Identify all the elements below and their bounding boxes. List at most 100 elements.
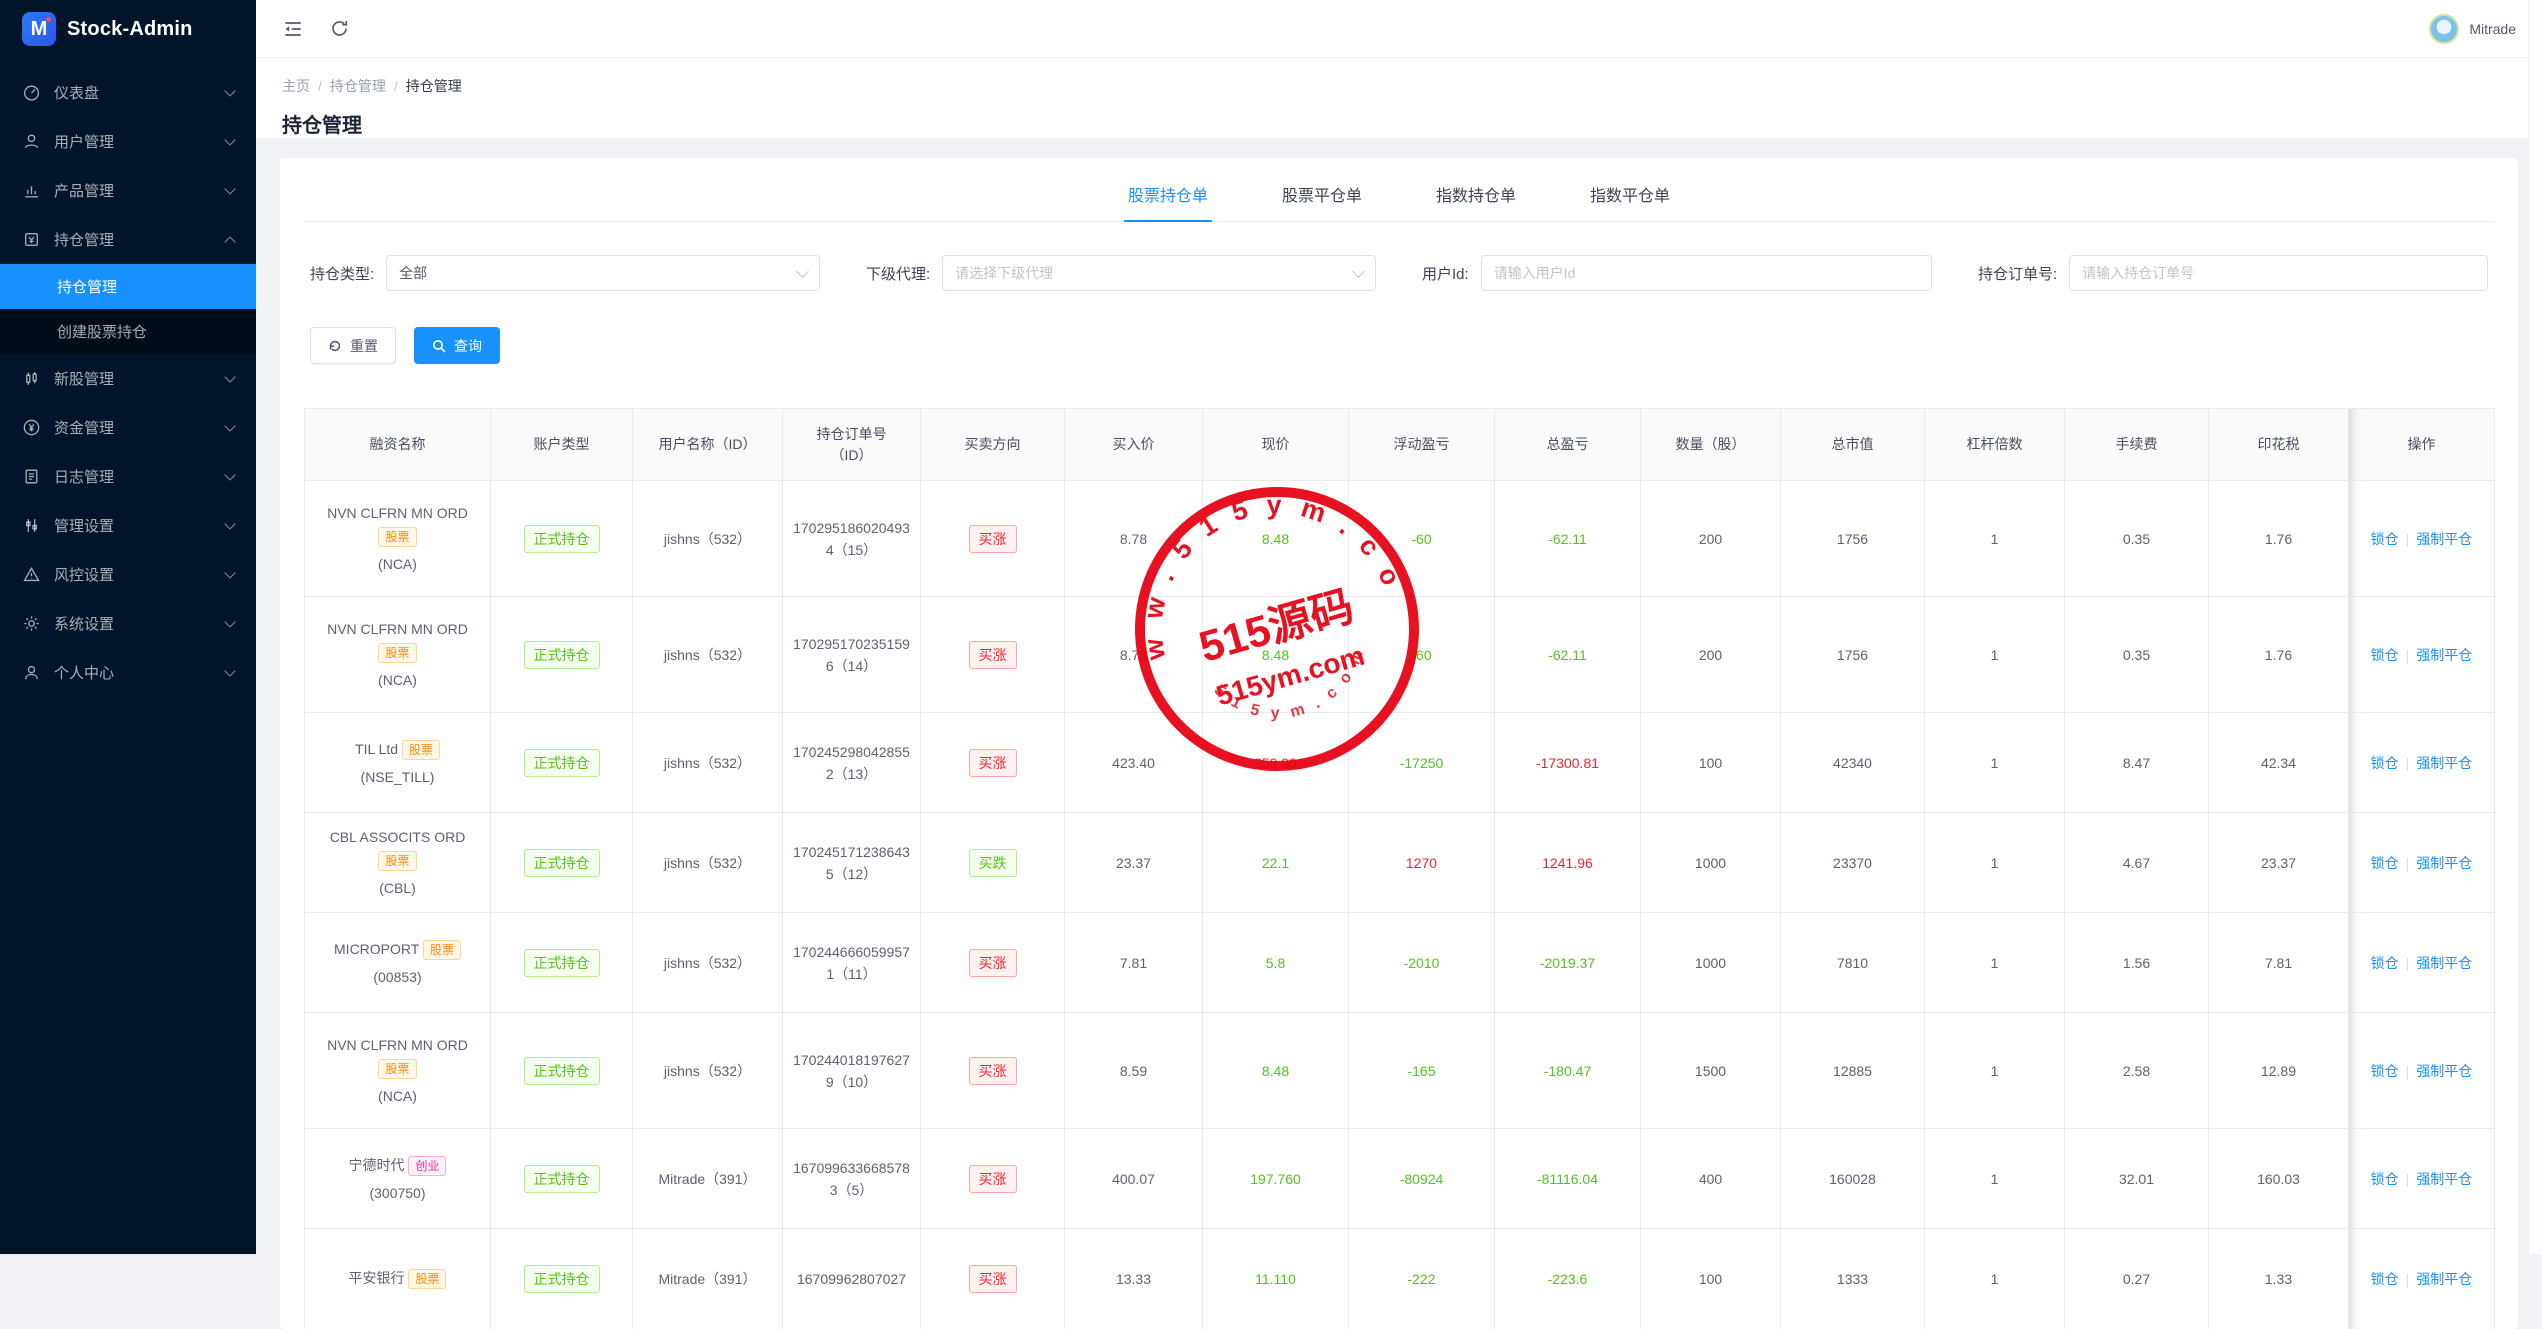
sidebar-subitem-0[interactable]: 持仓管理: [0, 264, 256, 309]
profile-icon: [22, 663, 41, 682]
sidebar-item-10[interactable]: 个人中心: [0, 648, 256, 697]
sidebar-item-3[interactable]: 持仓管理: [0, 215, 256, 264]
browser-scrollbar[interactable]: [2528, 0, 2542, 1254]
cell-account: 正式持仓: [490, 812, 633, 913]
breadcrumb-current: 持仓管理: [405, 78, 462, 94]
cell-market-value: 1756: [1780, 480, 1925, 597]
lock-position-link[interactable]: 锁仓: [2371, 1063, 2399, 1079]
force-close-link[interactable]: 强制平仓: [2416, 755, 2472, 771]
cell-order: 1702951860204934（15）: [782, 480, 921, 597]
cell-account: 正式持仓: [490, 712, 633, 813]
force-close-link[interactable]: 强制平仓: [2416, 1171, 2472, 1187]
filters: 持仓类型: 全部 下级代理: 请选择下级代理 用户Id: 请输入用户Id 持仓订单号: 请输入…: [304, 255, 2494, 291]
sidebar-item-8[interactable]: 风控设置: [0, 550, 256, 599]
cell-leverage: 1: [1924, 812, 2065, 913]
cell-float-pl: -222: [1348, 1228, 1495, 1329]
cell-direction: 买涨: [920, 596, 1065, 713]
filter-input-3[interactable]: 请输入持仓订单号: [2069, 255, 2488, 291]
force-close-link[interactable]: 强制平仓: [2416, 531, 2472, 547]
cell-total-pl: -180.47: [1494, 1012, 1641, 1129]
table-row: 宁德时代 创业 (300750) 正式持仓 Mitrade（391） 167099633…: [304, 1128, 2495, 1229]
tab-2[interactable]: 指数持仓单: [1432, 182, 1520, 221]
col-header-8: 总盈亏: [1494, 408, 1641, 481]
cell-market-value: 7810: [1780, 912, 1925, 1013]
filter-select-1[interactable]: 请选择下级代理: [942, 255, 1376, 291]
col-header-7: 浮动盈亏: [1348, 408, 1495, 481]
topbar: Mitrade: [256, 0, 2542, 57]
sidebar-item-9[interactable]: 系统设置: [0, 599, 256, 648]
table-row: CBL ASSOCITS ORD 股票 (CBL) 正式持仓 jishns（532） 17…: [304, 812, 2495, 913]
lock-position-link[interactable]: 锁仓: [2371, 531, 2399, 547]
cell-actions: 锁仓 | 强制平仓: [2348, 480, 2495, 597]
lock-position-link[interactable]: 锁仓: [2371, 1271, 2399, 1287]
lock-position-link[interactable]: 锁仓: [2371, 955, 2399, 971]
account-tag: 正式持仓: [523, 640, 600, 669]
tab-3[interactable]: 指数平仓单: [1586, 182, 1674, 221]
users-icon: [22, 132, 41, 151]
breadcrumb-mid[interactable]: 持仓管理: [330, 76, 386, 96]
app-title: Stock-Admin: [67, 17, 193, 40]
direction-tag: 买涨: [968, 1264, 1017, 1293]
sidebar-subitem-1[interactable]: 创建股票持仓: [0, 309, 256, 354]
cell-total-pl: -223.6: [1494, 1228, 1641, 1329]
cell-float-pl: -60: [1348, 480, 1495, 597]
sidebar-item-7[interactable]: 管理设置: [0, 501, 256, 550]
refresh-icon[interactable]: [328, 18, 350, 40]
col-header-13: 印花税: [2208, 408, 2349, 481]
cell-name: NVN CLFRN MN ORD 股票 (NCA): [304, 1012, 491, 1129]
cell-stamp-tax: 23.37: [2208, 812, 2349, 913]
cell-market-value: 12885: [1780, 1012, 1925, 1129]
tab-0[interactable]: 股票持仓单: [1123, 182, 1212, 222]
chevron-down-icon: [1352, 264, 1365, 278]
cell-buy-price: 7.81: [1064, 912, 1203, 1013]
force-close-link[interactable]: 强制平仓: [2416, 955, 2472, 971]
breadcrumb-home[interactable]: 主页: [282, 76, 310, 96]
cell-market-value: 1333: [1780, 1228, 1925, 1329]
sidebar-item-5[interactable]: 资金管理: [0, 403, 256, 452]
col-header-14: 操作: [2348, 408, 2495, 481]
cell-actions: 锁仓 | 强制平仓: [2348, 712, 2495, 813]
chevron-down-icon: [224, 567, 236, 579]
force-close-link[interactable]: 强制平仓: [2416, 1271, 2472, 1287]
lock-position-link[interactable]: 锁仓: [2371, 1171, 2399, 1187]
cell-qty: 200: [1640, 480, 1781, 597]
force-close-link[interactable]: 强制平仓: [2416, 647, 2472, 663]
reset-button[interactable]: 重置: [310, 327, 396, 364]
filter-select-0[interactable]: 全部: [386, 255, 820, 291]
logo: M Stock-Admin: [0, 0, 256, 58]
chevron-down-icon: [224, 665, 236, 677]
cell-total-pl: -62.11: [1494, 480, 1641, 597]
cell-market-value: 23370: [1780, 812, 1925, 913]
lock-position-link[interactable]: 锁仓: [2371, 755, 2399, 771]
sidebar-item-1[interactable]: 用户管理: [0, 117, 256, 166]
cell-actions: 锁仓 | 强制平仓: [2348, 1228, 2495, 1329]
market-tag: 股票: [378, 1059, 417, 1079]
lock-position-link[interactable]: 锁仓: [2371, 855, 2399, 871]
sidebar-item-2[interactable]: 产品管理: [0, 166, 256, 215]
cell-fee: 32.01: [2064, 1128, 2209, 1229]
cell-user: jishns（532）: [632, 912, 783, 1013]
positions-table-wrap: 融资名称 账户类型 用户名称（ID） 持仓订单号 （ID） 买卖方向 买入价 现价 浮动盈亏总…: [304, 408, 2495, 1329]
sidebar-item-4[interactable]: 新股管理: [0, 354, 256, 403]
filter-input-2[interactable]: 请输入用户Id: [1480, 255, 1932, 291]
lock-position-link[interactable]: 锁仓: [2371, 647, 2399, 663]
cell-buy-price: 400.07: [1064, 1128, 1203, 1229]
user-menu[interactable]: Mitrade: [2429, 13, 2516, 44]
force-close-link[interactable]: 强制平仓: [2416, 1063, 2472, 1079]
dashboard-icon: [22, 83, 41, 102]
search-button[interactable]: 查询: [414, 327, 500, 364]
collapse-sidebar-icon[interactable]: [282, 18, 304, 40]
cell-qty: 400: [1640, 1128, 1781, 1229]
cell-name: MICROPORT 股票 (00853): [304, 912, 491, 1013]
sidebar-item-0[interactable]: 仪表盘: [0, 68, 256, 117]
cell-total-pl: 1241.96: [1494, 812, 1641, 913]
cell-account: 正式持仓: [490, 1228, 633, 1329]
direction-tag: 买跌: [968, 848, 1017, 877]
cell-name: NVN CLFRN MN ORD 股票 (NCA): [304, 596, 491, 713]
positions-table: 融资名称 账户类型 用户名称（ID） 持仓订单号 （ID） 买卖方向 买入价 现价 浮动盈亏总…: [304, 408, 2495, 1329]
tab-1[interactable]: 股票平仓单: [1278, 182, 1366, 221]
sidebar-item-6[interactable]: 日志管理: [0, 452, 256, 501]
cell-buy-price: 423.40: [1064, 712, 1203, 813]
cell-fee: 0.35: [2064, 480, 2209, 597]
force-close-link[interactable]: 强制平仓: [2416, 855, 2472, 871]
